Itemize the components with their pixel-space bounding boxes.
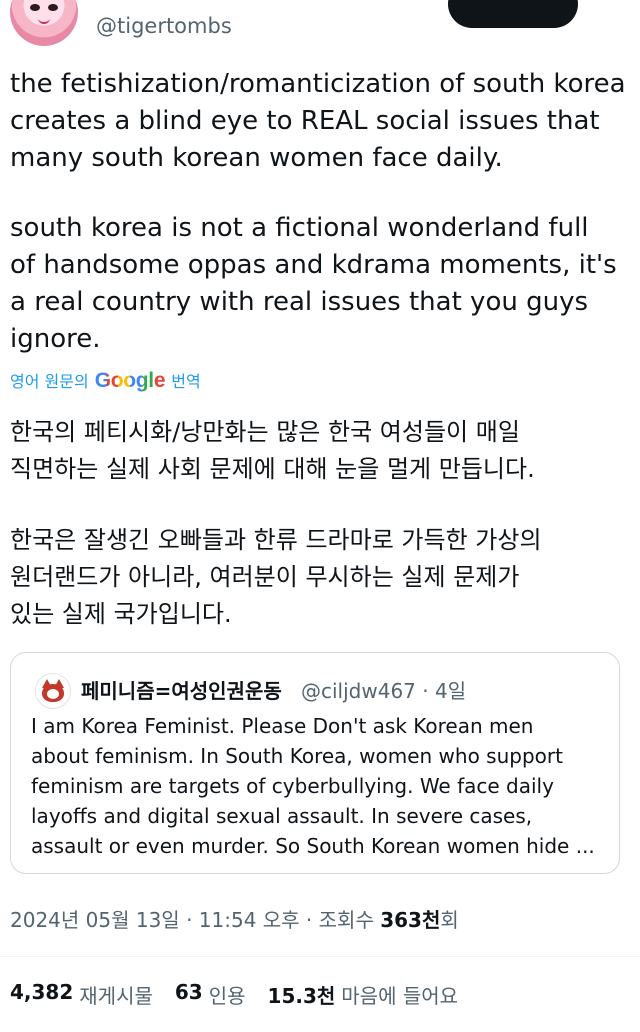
- tweet-paragraph-2: south korea is not a fictional wonderlan…: [10, 210, 625, 358]
- translated-paragraph-2: 한국은 잘생긴 오빠들과 한류 드라마로 가득한 가상의 원더랜드가 아니라, …: [10, 522, 630, 633]
- follow-button[interactable]: [448, 0, 578, 28]
- translation-prefix: 영어 원문의: [10, 372, 89, 391]
- tweet-timestamp[interactable]: 2024년 05월 13일 · 11:54 오후 · 조회수 363천회: [10, 904, 459, 933]
- tweet-line: a real country with real issues that you…: [10, 287, 589, 317]
- quoted-author-name[interactable]: 페미니즘=여성인권운동: [81, 675, 282, 704]
- translated-line: 한국의 페티시화/낭만화는 많은 한국 여성들이 매일: [10, 418, 520, 446]
- quote-label[interactable]: 인용: [209, 980, 246, 1009]
- author-handle[interactable]: @tigertombs: [96, 14, 232, 38]
- repost-label[interactable]: 재게시물: [79, 980, 153, 1009]
- tweet-paragraph-1: the fetishization/romanticization of sou…: [10, 66, 626, 177]
- google-logo: Google: [95, 369, 166, 393]
- tweet-line: ignore.: [10, 324, 101, 354]
- translated-line: 있는 실제 국가입니다.: [10, 600, 232, 628]
- translation-attribution[interactable]: 영어 원문의 Google 번역: [10, 368, 201, 396]
- tweet-line: creates a blind eye to REAL social issue…: [10, 106, 600, 136]
- quoted-line: I am Korea Feminist. Please Don't ask Ko…: [31, 714, 534, 738]
- quoted-line: layoffs and digital sexual assault. In s…: [31, 804, 533, 828]
- translated-line: 원더랜드가 아니라, 여러분이 무시하는 실제 문제가: [10, 563, 520, 591]
- quoted-line: feminism are targets of cyberbullying. W…: [31, 774, 554, 798]
- timestamp-date: 2024년 05월 13일 · 11:54 오후 · 조회수: [10, 908, 381, 932]
- quoted-author-meta: @ciljdw467 · 4일: [301, 679, 467, 703]
- view-count-suffix: 회: [440, 908, 459, 932]
- author-avatar[interactable]: [10, 0, 78, 46]
- divider: [0, 956, 640, 957]
- translated-line: 한국은 잘생긴 오빠들과 한류 드라마로 가득한 가상의: [10, 526, 542, 554]
- avatar-mouth: [38, 16, 50, 24]
- google-logo-text: Google: [94, 369, 166, 392]
- translation-suffix: 번역: [171, 372, 201, 391]
- tweet-line: many south korean women face daily.: [10, 143, 503, 173]
- quote-count[interactable]: 63: [175, 980, 203, 1009]
- quoted-line: assault or even murder. So South Korean …: [31, 834, 595, 858]
- cat-muzzle: [47, 689, 59, 699]
- translated-line: 직면하는 실제 사회 문제에 대해 눈을 멀게 만듭니다.: [10, 455, 535, 483]
- view-count: 363천: [380, 908, 441, 932]
- tweet-line: the fetishization/romanticization of sou…: [10, 69, 626, 99]
- tweet-line: south korea is not a fictional wonderlan…: [10, 213, 589, 243]
- quoted-tweet-text: I am Korea Feminist. Please Don't ask Ko…: [31, 711, 611, 861]
- translated-paragraph-1: 한국의 페티시화/낭만화는 많은 한국 여성들이 매일 직면하는 실제 사회 문…: [10, 414, 630, 488]
- quoted-line: about feminism. In South Korea, women wh…: [31, 744, 563, 768]
- quoted-tweet-card[interactable]: 페미니즘=여성인권운동 @ciljdw467 · 4일 I am Korea F…: [10, 652, 620, 874]
- avatar-eye-right: [48, 4, 58, 11]
- tweet-header: @tigertombs: [0, 0, 640, 56]
- quoted-author-avatar[interactable]: [35, 673, 71, 709]
- like-label[interactable]: 마음에 들어요: [341, 980, 458, 1009]
- engagement-stats: 4,382 재게시물 63 인용 15.3천 마음에 들어요: [10, 980, 480, 1009]
- tweet-line: of handsome oppas and kdrama moments, it…: [10, 250, 617, 280]
- repost-count[interactable]: 4,382: [10, 980, 73, 1009]
- like-count[interactable]: 15.3천: [268, 980, 336, 1009]
- avatar-eye-left: [30, 4, 40, 11]
